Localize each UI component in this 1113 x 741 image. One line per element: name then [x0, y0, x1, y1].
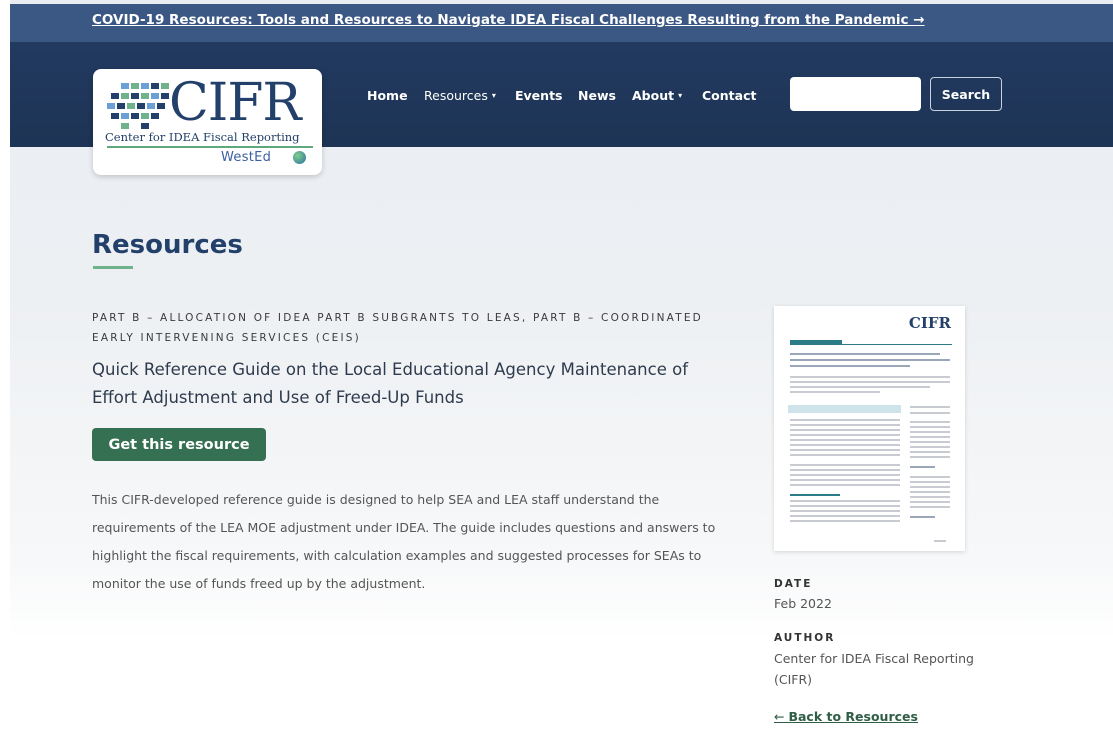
nav-news-label: News — [578, 88, 616, 103]
thumbnail-line — [790, 381, 950, 383]
arrow-left-icon: ← — [774, 709, 785, 724]
thumbnail-line — [910, 441, 950, 443]
thumbnail-line — [910, 421, 950, 423]
nav-events-label: Events — [515, 88, 563, 103]
thumbnail-line — [790, 391, 880, 393]
search-button[interactable]: Search — [930, 77, 1002, 111]
thumbnail-line — [790, 500, 900, 502]
logo-subtitle: Center for IDEA Fiscal Reporting — [105, 130, 300, 144]
thumbnail-line — [790, 386, 930, 388]
logo-squares-icon — [107, 83, 169, 129]
thumbnail-line — [790, 505, 900, 507]
thumbnail-line — [790, 449, 900, 451]
resource-description: This CIFR-developed reference guide is d… — [92, 492, 716, 591]
nav-events[interactable]: Events — [515, 88, 562, 103]
globe-icon — [293, 151, 306, 164]
thumbnail-line — [790, 429, 900, 431]
date-label: DATE — [774, 578, 813, 590]
thumbnail-line — [910, 406, 950, 408]
thumbnail-line — [790, 464, 900, 466]
thumbnail-line — [910, 451, 950, 453]
thumbnail-line — [790, 484, 900, 486]
thumbnail-line — [790, 474, 900, 476]
thumbnail-line — [790, 359, 950, 361]
thumbnail-line — [910, 431, 950, 433]
thumbnail-line — [910, 491, 950, 493]
nav-about-label: About — [632, 88, 675, 103]
cifr-logo[interactable]: CIFR Center for IDEA Fiscal Reporting We… — [93, 69, 322, 175]
thumbnail-line — [790, 510, 900, 512]
thumbnail-line — [790, 479, 900, 481]
nav-resources-label: Resources — [424, 88, 488, 103]
logo-wordmark: CIFR — [169, 73, 302, 133]
thumbnail-line — [910, 476, 950, 478]
thumbnail-line — [910, 412, 950, 414]
thumbnail-line — [790, 439, 900, 441]
thumbnail-line — [790, 494, 840, 496]
date-value: Feb 2022 — [774, 596, 832, 611]
chevron-down-icon: ▾ — [491, 91, 496, 100]
thumbnail-line — [910, 506, 950, 508]
thumbnail-line — [910, 456, 950, 458]
author-value: Center for IDEA Fiscal Reporting (CIFR) — [774, 651, 974, 687]
thumbnail-line — [790, 520, 900, 522]
nav-news[interactable]: News — [578, 88, 616, 103]
thumbnail-line — [910, 436, 950, 438]
title-underline — [93, 266, 133, 269]
nav-about[interactable]: About ▾ — [632, 88, 682, 103]
thumbnail-line — [790, 376, 950, 378]
nav-contact-label: Contact — [702, 88, 757, 103]
thumbnail-line — [910, 466, 935, 468]
thumbnail-line — [934, 540, 946, 542]
nav-home[interactable]: Home — [367, 88, 408, 103]
resource-category: Part B – Allocation of IDEA Part B Subgr… — [92, 312, 703, 344]
thumbnail-line — [910, 486, 950, 488]
thumbnail-line — [790, 444, 900, 446]
search-input[interactable] — [790, 77, 921, 111]
thumbnail-line — [910, 426, 950, 428]
chevron-down-icon: ▾ — [678, 91, 683, 100]
thumbnail-line — [910, 516, 935, 518]
get-resource-button[interactable]: Get this resource — [92, 428, 266, 461]
thumbnail-line — [790, 419, 900, 421]
thumbnail-logo: CIFR — [908, 314, 951, 332]
resource-thumbnail[interactable]: CIFR — [774, 306, 965, 551]
covid-banner: COVID-19 Resources: Tools and Resources … — [10, 4, 1113, 42]
thumbnail-line — [910, 446, 950, 448]
thumbnail-line — [790, 454, 900, 456]
thumbnail-line — [910, 496, 950, 498]
thumbnail-line — [790, 469, 900, 471]
wested-logo: WestEd — [221, 150, 272, 165]
back-to-resources-link[interactable]: ← Back to Resources — [774, 709, 918, 724]
nav-resources[interactable]: Resources ▾ — [424, 88, 496, 103]
thumbnail-line — [790, 353, 940, 355]
nav-contact[interactable]: Contact — [702, 88, 756, 103]
thumbnail-line — [910, 501, 950, 503]
covid-resources-link[interactable]: COVID-19 Resources: Tools and Resources … — [92, 12, 925, 28]
resource-title: Quick Reference Guide on the Local Educa… — [92, 360, 689, 407]
thumbnail-heading-block — [788, 405, 901, 413]
thumbnail-line — [790, 424, 900, 426]
nav-home-label: Home — [367, 88, 408, 103]
back-to-resources-label: Back to Resources — [788, 709, 918, 724]
logo-divider — [107, 146, 313, 148]
author-label: AUTHOR — [774, 632, 836, 644]
thumbnail-line — [790, 434, 900, 436]
page-title: Resources — [92, 230, 243, 260]
thumbnail-line — [790, 365, 910, 367]
page: COVID-19 Resources: Tools and Resources … — [10, 0, 1113, 741]
thumbnail-line — [790, 515, 900, 517]
thumbnail-rule — [790, 344, 952, 345]
thumbnail-line — [910, 481, 950, 483]
